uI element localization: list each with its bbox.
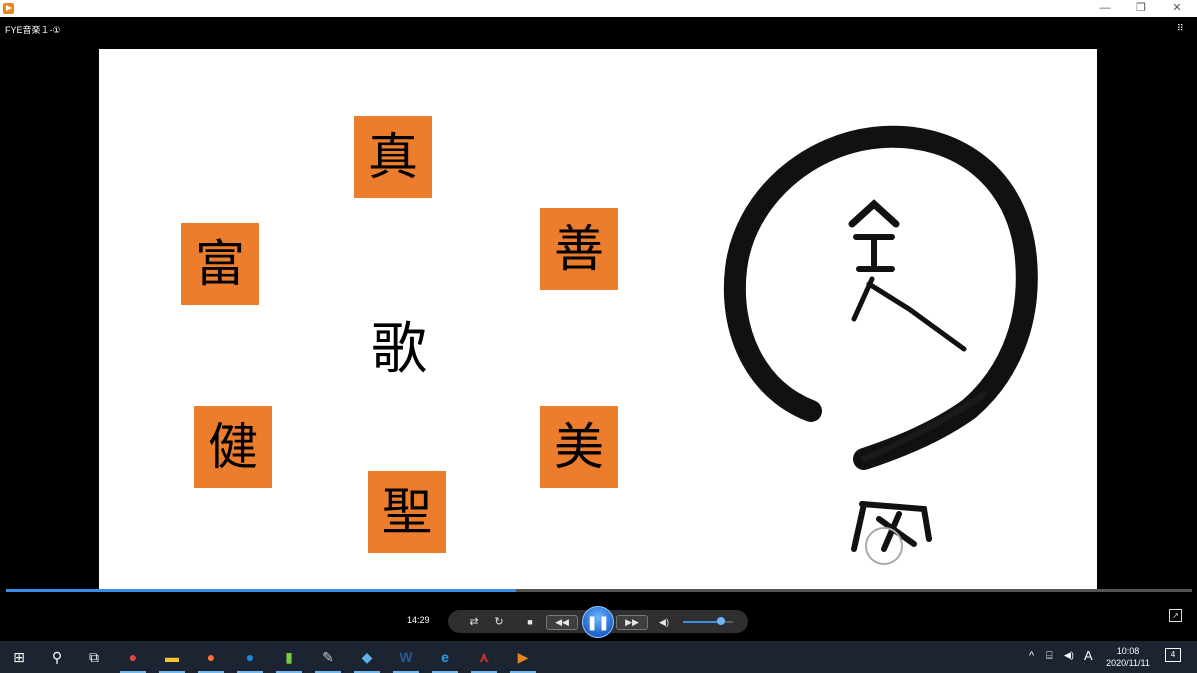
pause-button[interactable]: ❚❚ <box>582 606 614 638</box>
task-view-button[interactable]: ⧉ <box>79 645 109 669</box>
media-player-app-icon <box>3 3 14 14</box>
kanji-card-char: 富 <box>195 235 245 293</box>
repeat-button[interactable]: ↻ <box>491 615 507 629</box>
kanji-card-bi: 美 <box>540 406 618 488</box>
notification-center-icon[interactable]: 4 <box>1165 648 1181 662</box>
kanji-card-char: 真 <box>368 128 418 186</box>
close-button[interactable]: ✕ <box>1159 0 1195 17</box>
volume-slider[interactable] <box>683 621 733 623</box>
shuffle-button[interactable]: ⇄ <box>466 615 482 629</box>
video-frame[interactable]: 真 富 善 健 美 聖 歌 <box>99 49 1097 610</box>
minimize-button[interactable]: — <box>1087 0 1123 17</box>
acrobat-icon[interactable]: ⋏ <box>469 645 499 673</box>
kanji-card-ken: 健 <box>194 406 272 488</box>
search-button[interactable]: ⚲ <box>42 645 72 669</box>
start-button[interactable]: ⊞ <box>4 645 34 669</box>
next-button[interactable]: ▶▶ <box>616 615 648 630</box>
paint-icon[interactable]: ✎ <box>313 645 343 673</box>
green-app-icon[interactable]: ▮ <box>274 645 304 673</box>
title-bar: — ❐ ✕ <box>0 0 1197 17</box>
taskbar-clock[interactable]: 10:08 2020/11/11 <box>1103 645 1153 669</box>
file-explorer-icon[interactable]: ▬ <box>157 645 187 673</box>
kanji-card-char: 健 <box>208 418 258 476</box>
grid-icon[interactable]: ⠿ <box>1177 24 1187 33</box>
kanji-card-char: 聖 <box>382 483 432 541</box>
calligraphy-enso <box>723 125 1038 565</box>
kanji-card-char: 美 <box>554 418 604 476</box>
kanji-card-zen: 善 <box>540 208 618 290</box>
kanji-card-fu: 富 <box>181 223 259 305</box>
ie-icon[interactable]: e <box>430 645 460 673</box>
clock-time: 10:08 <box>1116 646 1140 656</box>
speaker-icon[interactable]: ◀) <box>1064 650 1074 661</box>
mail-icon[interactable]: ● <box>235 645 265 673</box>
clock-date: 2020/11/11 <box>1106 658 1150 668</box>
kanji-card-sei: 聖 <box>368 471 446 553</box>
word-icon[interactable]: W <box>391 645 421 673</box>
chrome-icon[interactable]: ● <box>118 645 148 673</box>
volume-icon[interactable]: ◀) <box>654 615 674 629</box>
ime-indicator[interactable]: A <box>1084 648 1093 663</box>
previous-button[interactable]: ◀◀ <box>546 615 578 630</box>
restore-button[interactable]: ❐ <box>1123 0 1159 17</box>
stop-button[interactable]: ■ <box>522 615 538 629</box>
network-icon[interactable]: ⌸ <box>1046 650 1053 663</box>
kanji-card-shin: 真 <box>354 116 432 198</box>
center-kanji: 歌 <box>371 317 427 382</box>
kanji-card-char: 善 <box>554 220 604 278</box>
firefox-icon[interactable]: ● <box>196 645 226 673</box>
app-icon-blue[interactable]: ◆ <box>352 645 382 673</box>
elapsed-time: 14:29 <box>407 615 430 625</box>
tray-chevron-icon[interactable]: ^ <box>1029 650 1034 662</box>
volume-level <box>683 621 721 623</box>
video-title: FYE音楽１-① <box>5 25 61 35</box>
media-player-icon[interactable]: ▶ <box>508 645 538 673</box>
switch-to-library-button[interactable]: ↗ <box>1169 609 1182 622</box>
volume-knob[interactable] <box>716 617 725 625</box>
